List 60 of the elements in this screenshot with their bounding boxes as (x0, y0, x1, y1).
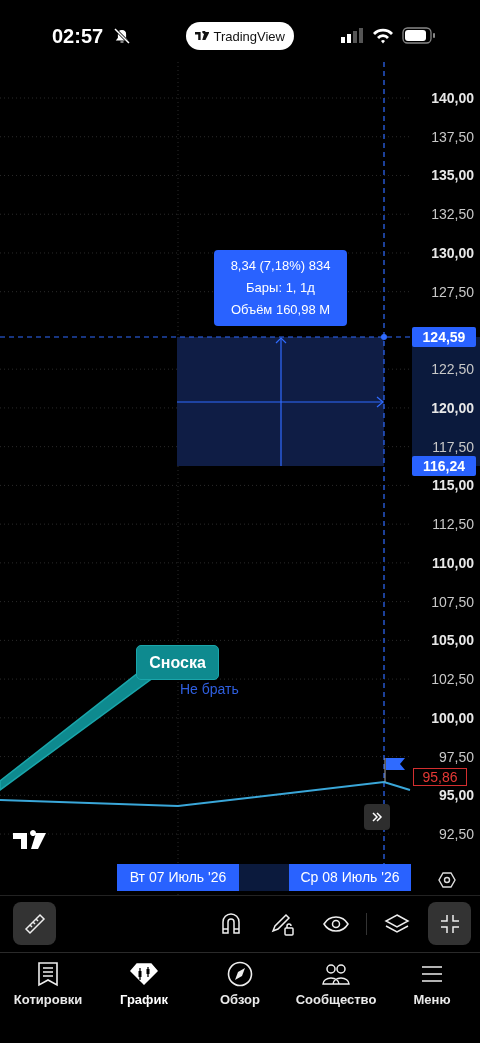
document-icon (37, 961, 59, 987)
compass-icon (227, 961, 253, 987)
price-tick-label: 107,50 (431, 593, 474, 610)
eye-icon (322, 914, 349, 933)
price-tick-label: 130,00 (431, 244, 474, 261)
price-tick-label: 120,00 (431, 399, 474, 416)
price-tick-label: 135,00 (431, 167, 474, 184)
crosshair-dot (381, 334, 387, 340)
price-tick-label: 140,00 (431, 90, 474, 106)
price-tick-label: 122,50 (431, 361, 474, 378)
people-icon (322, 962, 350, 986)
ruler-tool-button[interactable] (13, 902, 56, 945)
candlestick-icon (130, 962, 158, 986)
status-time: 02:57 (52, 24, 104, 48)
nav-tab[interactable]: График (96, 956, 192, 1010)
magnet-icon (219, 911, 242, 936)
tooltip-line: Объём 160,98 M (230, 301, 331, 319)
app-badge[interactable]: TradingView (186, 22, 294, 50)
wifi-icon (372, 27, 394, 44)
date-label: Ср 08 Июль '26 (289, 864, 411, 891)
battery-icon (402, 27, 436, 44)
tooltip-line: 8,34 (7,18%) 834 (230, 257, 331, 275)
price-tick-label: 92,50 (438, 826, 474, 843)
nav-tab[interactable]: Сообщество (288, 956, 384, 1010)
price-tick-label: 127,50 (431, 283, 474, 300)
price-tick-label: 95,00 (438, 787, 474, 804)
flag-icon (384, 757, 405, 783)
chart-note: Не брать (180, 680, 239, 698)
collapse-tool-button[interactable] (428, 902, 471, 945)
measure-price-label: 116,24 (412, 456, 476, 476)
settings-icon[interactable] (438, 871, 456, 889)
layers-icon (383, 912, 410, 935)
price-tick-label: 137,50 (431, 128, 474, 145)
nav-tab[interactable]: Меню (384, 956, 480, 1010)
tooltip-line: Бары: 1, 1д (246, 279, 315, 297)
date-range-band (238, 864, 289, 891)
crosshair-price-label: 124,59 (412, 327, 476, 347)
price-tick-label: 112,50 (432, 516, 474, 533)
price-tick-label: 102,50 (431, 671, 474, 688)
price-tick-label: 132,50 (431, 206, 474, 223)
logo-icon (195, 31, 210, 41)
price-tick-label: 97,50 (438, 748, 474, 765)
scroll-to-latest-button[interactable] (364, 804, 390, 830)
price-tick-label: 117,50 (432, 438, 474, 455)
price-tick-label: 110,00 (431, 554, 474, 571)
bell-muted-icon (113, 27, 131, 45)
signal-icon (340, 28, 364, 44)
collapse-icon (438, 912, 461, 935)
menu-icon (420, 964, 444, 984)
price-tick-label: 100,00 (431, 709, 474, 726)
price-tick-label: 115,00 (431, 477, 474, 494)
price-tick-label: 105,00 (431, 632, 474, 649)
double-chevron-icon (371, 811, 383, 823)
tradingview-logo (13, 830, 46, 849)
last-price-label: 95,86 (413, 768, 467, 786)
nav-tab[interactable]: Обзор (192, 956, 288, 1010)
ruler-icon (22, 911, 47, 936)
nav-tab[interactable]: Котировки (0, 956, 96, 1010)
date-label: Вт 07 Июль '26 (117, 864, 239, 891)
callout-label: Сноска (136, 645, 219, 680)
